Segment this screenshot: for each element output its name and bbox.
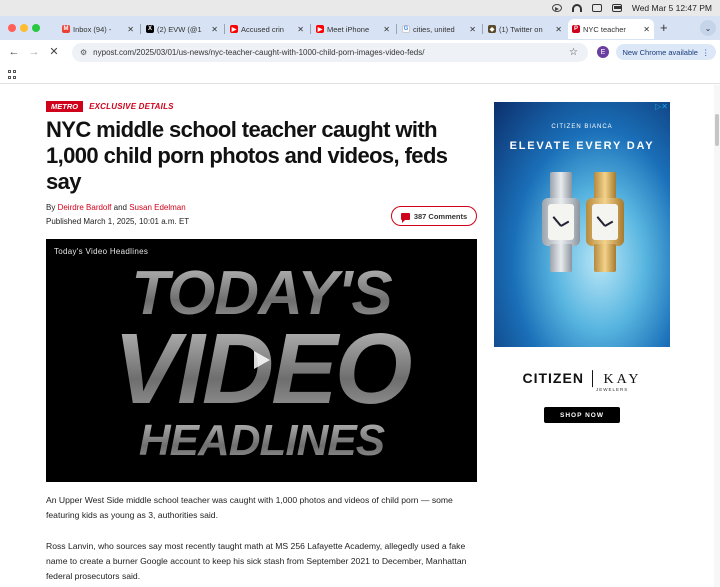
menubar-clock[interactable]: Wed Mar 5 12:47 PM: [632, 3, 712, 13]
video-label: Today's Video Headlines: [54, 247, 149, 256]
battery-icon[interactable]: [611, 4, 622, 12]
address-bar[interactable]: ⚙ nypost.com/2025/03/01/us-news/nyc-teac…: [72, 43, 588, 62]
ad-image: CITIZEN BIANCA ELEVATE EVERY DAY ▷✕: [494, 102, 670, 347]
article-headline: NYC middle school teacher caught with 1,…: [46, 117, 448, 194]
byline: By Deirdre Bardolf and Susan Edelman: [46, 203, 186, 212]
close-icon[interactable]: ✕: [469, 25, 476, 34]
silver-watch-image: [542, 172, 580, 272]
stop-loading-icon[interactable]: ✕: [46, 44, 62, 60]
macos-menubar: Wed Mar 5 12:47 PM: [0, 0, 720, 16]
advertisement[interactable]: CITIZEN BIANCA ELEVATE EVERY DAY ▷✕ CITI…: [494, 102, 670, 426]
forward-arrow-icon[interactable]: →: [26, 44, 42, 60]
publish-date: Published March 1, 2025, 10:01 a.m. ET: [46, 217, 190, 226]
author-link[interactable]: Deirdre Bardolf: [58, 203, 112, 212]
gmail-icon: M: [62, 25, 70, 33]
video-title-line-2: VIDEO: [46, 319, 477, 419]
bookmark-star-icon[interactable]: ☆: [569, 47, 578, 58]
control-center-icon[interactable]: [591, 4, 602, 12]
tab-youtube-accused[interactable]: ▶ Accused crin ✕: [226, 19, 308, 39]
new-tab-button[interactable]: +: [660, 20, 668, 35]
article-paragraph: Ross Lanvin, who sources say most recent…: [46, 541, 467, 581]
tab-search-button[interactable]: ⌄: [700, 20, 716, 36]
section-badge[interactable]: METRO: [46, 101, 84, 112]
window-minimize-button[interactable]: [20, 24, 28, 32]
tab-nypost-active[interactable]: P NYC teacher ✕: [568, 19, 654, 39]
comments-button[interactable]: 387 Comments: [391, 206, 477, 226]
wifi-icon[interactable]: [571, 4, 582, 12]
page-content: METRO EXCLUSIVE DETAILS NYC middle schoo…: [0, 85, 720, 587]
shop-now-button[interactable]: SHOP NOW: [544, 407, 620, 423]
play-icon[interactable]: [254, 351, 270, 369]
ad-tagline: ELEVATE EVERY DAY: [509, 140, 655, 152]
article-kicker: METRO EXCLUSIVE DETAILS: [46, 101, 174, 112]
back-arrow-icon[interactable]: ←: [6, 44, 22, 60]
url-text[interactable]: nypost.com/2025/03/01/us-news/nyc-teache…: [93, 48, 424, 57]
tab-twitter[interactable]: ◆ (1) Twitter on ✕: [484, 19, 566, 39]
article-paragraph: An Upper West Side middle school teacher…: [46, 495, 453, 520]
video-title-line-3: HEADLINES: [46, 417, 477, 465]
ad-brand-top: CITIZEN BIANCA: [551, 124, 613, 130]
browser-tab-strip: M Inbox (94) - ✕ X (2) EVW (@1 ✕ ▶ Accus…: [0, 16, 720, 40]
adchoices-icon[interactable]: ▷✕: [655, 102, 668, 111]
window-close-button[interactable]: [8, 24, 16, 32]
comment-icon: [400, 212, 410, 223]
chrome-update-button[interactable]: New Chrome available ⋮: [616, 44, 716, 60]
video-player[interactable]: Today's Video Headlines TODAY'S VIDEO HE…: [46, 239, 477, 482]
youtube-icon: ▶: [316, 25, 324, 33]
ad-brand-logo: CITIZEN │ KAY: [522, 370, 642, 387]
ad-jewelers-label: JEWELERS: [596, 387, 629, 392]
tab-x[interactable]: X (2) EVW (@1 ✕: [142, 19, 222, 39]
site-icon: ◆: [488, 25, 496, 33]
tab-google[interactable]: G cities, united ✕: [398, 19, 480, 39]
nypost-icon: P: [572, 25, 580, 33]
bookmarks-bar: [0, 64, 720, 84]
gold-watch-image: [586, 172, 624, 272]
tab-youtube-iphone[interactable]: ▶ Meet iPhone ✕: [312, 19, 394, 39]
kicker-label: EXCLUSIVE DETAILS: [89, 102, 174, 111]
browser-toolbar: ← → ✕ ⚙ nypost.com/2025/03/01/us-news/ny…: [0, 40, 720, 64]
media-play-icon[interactable]: [551, 4, 562, 12]
close-icon[interactable]: ✕: [211, 25, 218, 34]
author-link[interactable]: Susan Edelman: [129, 203, 185, 212]
tab-gmail[interactable]: M Inbox (94) - ✕: [58, 19, 138, 39]
close-icon[interactable]: ✕: [127, 25, 134, 34]
more-menu-icon: ⋮: [701, 47, 710, 57]
apps-grid-icon[interactable]: [8, 70, 17, 79]
x-icon: X: [146, 25, 154, 33]
close-icon[interactable]: ✕: [643, 25, 650, 34]
google-icon: G: [402, 25, 410, 33]
close-icon[interactable]: ✕: [383, 25, 390, 34]
close-icon[interactable]: ✕: [555, 25, 562, 34]
youtube-icon: ▶: [230, 25, 238, 33]
window-zoom-button[interactable]: [32, 24, 40, 32]
site-info-icon[interactable]: ⚙: [80, 48, 87, 57]
close-icon[interactable]: ✕: [297, 25, 304, 34]
profile-avatar[interactable]: E: [597, 46, 609, 58]
scrollbar-thumb[interactable]: [715, 114, 719, 146]
scrollbar[interactable]: [714, 85, 720, 587]
